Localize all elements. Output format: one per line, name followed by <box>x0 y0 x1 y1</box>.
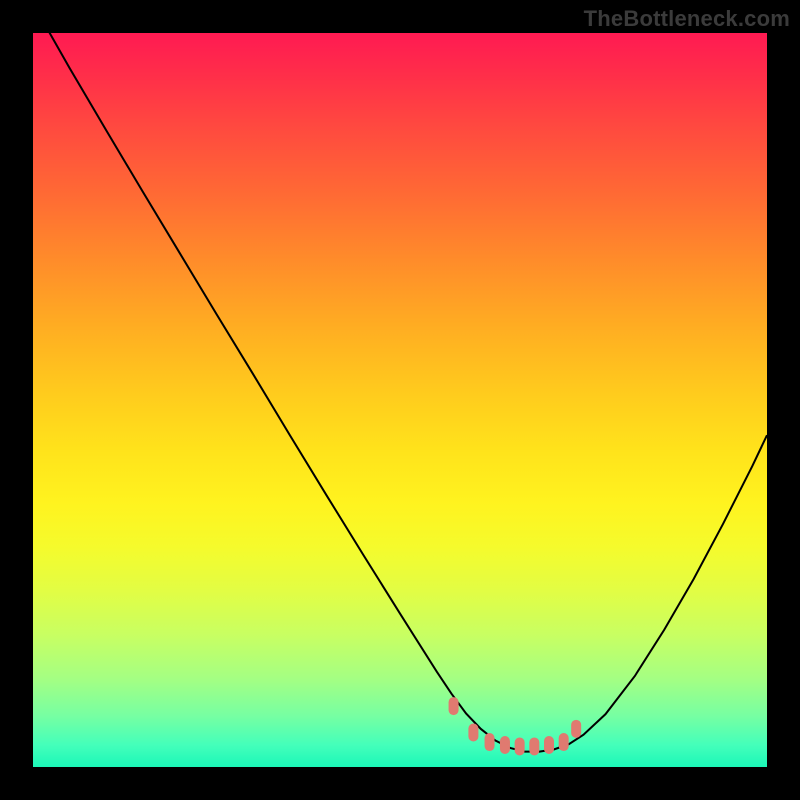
trough-marker <box>485 733 495 751</box>
trough-marker <box>529 737 539 755</box>
chart-frame: TheBottleneck.com <box>0 0 800 800</box>
trough-marker <box>468 724 478 742</box>
trough-marker <box>515 737 525 755</box>
trough-marker <box>500 736 510 754</box>
trough-marker <box>449 697 459 715</box>
trough-marker <box>571 720 581 738</box>
chart-svg <box>33 33 767 767</box>
bottleneck-curve <box>33 4 767 752</box>
plot-area <box>33 33 767 767</box>
trough-marker <box>544 736 554 754</box>
trough-marker <box>559 733 569 751</box>
watermark-text: TheBottleneck.com <box>584 6 790 32</box>
